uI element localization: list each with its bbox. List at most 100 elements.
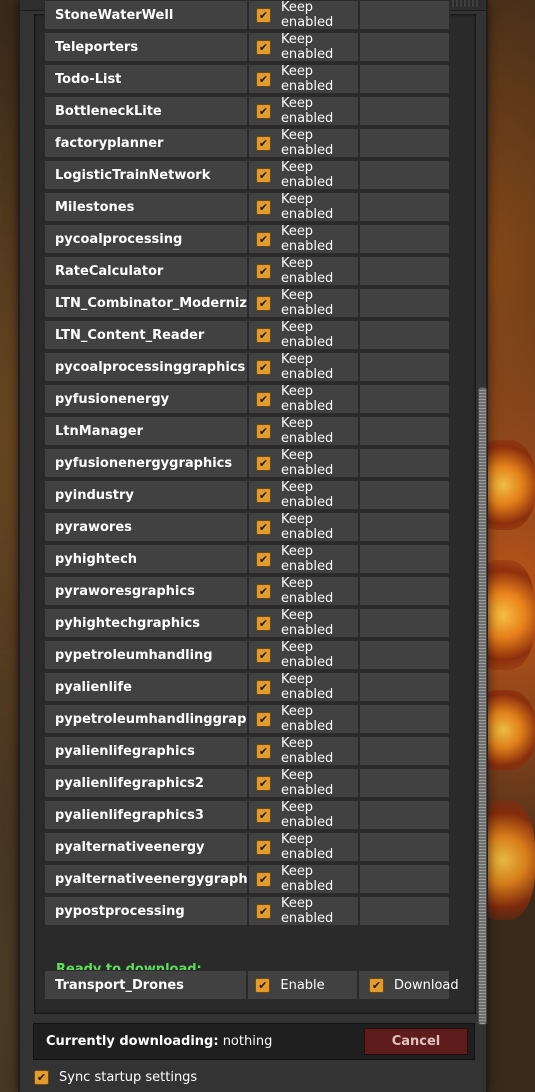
- checkbox-checked-icon[interactable]: ✔: [255, 615, 271, 631]
- checkbox-checked-icon[interactable]: ✔: [255, 7, 271, 23]
- checkbox-checked-icon[interactable]: ✔: [255, 487, 271, 503]
- download-status-bar: Currently downloading: nothing Cancel: [33, 1023, 475, 1060]
- cancel-button[interactable]: Cancel: [364, 1028, 468, 1055]
- empty-cell: [358, 96, 450, 126]
- keep-enabled-toggle[interactable]: ✔ Keep enabled: [247, 576, 359, 606]
- keep-enabled-toggle[interactable]: ✔ Keep enabled: [247, 544, 359, 574]
- enable-toggle[interactable]: ✔ Enable: [247, 970, 358, 1000]
- checkbox-checked-icon[interactable]: ✔: [255, 263, 271, 279]
- keep-enabled-toggle[interactable]: ✔ Keep enabled: [247, 192, 359, 222]
- checkbox-checked-icon[interactable]: ✔: [255, 519, 271, 535]
- keep-enabled-toggle[interactable]: ✔ Keep enabled: [247, 64, 359, 94]
- empty-cell: [358, 544, 450, 574]
- enable-label: Enable: [280, 977, 325, 993]
- keep-enabled-toggle[interactable]: ✔ Keep enabled: [247, 384, 359, 414]
- keep-enabled-label: Keep enabled: [280, 352, 334, 382]
- mod-row: pycoalprocessing ✔ Keep enabled: [44, 224, 450, 254]
- checkbox-checked-icon[interactable]: ✔: [255, 39, 271, 55]
- keep-enabled-toggle[interactable]: ✔ Keep enabled: [247, 800, 359, 830]
- mod-row: RateCalculator ✔ Keep enabled: [44, 256, 450, 286]
- keep-enabled-toggle[interactable]: ✔ Keep enabled: [247, 416, 359, 446]
- keep-enabled-toggle[interactable]: ✔ Keep enabled: [247, 832, 359, 862]
- keep-enabled-toggle[interactable]: ✔ Keep enabled: [247, 128, 359, 158]
- checkbox-checked-icon[interactable]: ✔: [255, 455, 271, 471]
- checkbox-checked-icon[interactable]: ✔: [255, 167, 271, 183]
- checkbox-checked-icon[interactable]: ✔: [255, 807, 271, 823]
- mod-name: pyalienlife: [44, 672, 248, 702]
- checkbox-checked-icon[interactable]: ✔: [255, 423, 271, 439]
- checkbox-checked-icon[interactable]: ✔: [255, 839, 271, 855]
- mod-name: Todo-List: [44, 64, 248, 94]
- keep-enabled-label: Keep enabled: [280, 512, 334, 542]
- keep-enabled-toggle[interactable]: ✔ Keep enabled: [247, 352, 359, 382]
- keep-enabled-label: Keep enabled: [280, 320, 334, 350]
- keep-enabled-label: Keep enabled: [280, 224, 334, 254]
- keep-enabled-label: Keep enabled: [280, 416, 334, 446]
- checkbox-checked-icon[interactable]: ✔: [255, 583, 271, 599]
- mod-name: pyhightechgraphics: [44, 608, 248, 638]
- checkbox-checked-icon[interactable]: ✔: [255, 295, 271, 311]
- empty-cell: [358, 256, 450, 286]
- checkbox-checked-icon[interactable]: ✔: [255, 551, 271, 567]
- keep-enabled-toggle[interactable]: ✔ Keep enabled: [247, 288, 359, 318]
- mod-name: BottleneckLite: [44, 96, 248, 126]
- empty-cell: [358, 320, 450, 350]
- keep-enabled-toggle[interactable]: ✔ Keep enabled: [247, 896, 359, 926]
- keep-enabled-toggle[interactable]: ✔ Keep enabled: [247, 256, 359, 286]
- download-mod-row: Transport_Drones ✔ Enable ✔ Download: [44, 970, 459, 1000]
- keep-enabled-label: Keep enabled: [280, 96, 334, 126]
- keep-enabled-toggle[interactable]: ✔ Keep enabled: [247, 0, 359, 30]
- keep-enabled-toggle[interactable]: ✔ Keep enabled: [247, 224, 359, 254]
- checkbox-checked-icon[interactable]: ✔: [34, 1070, 49, 1085]
- checkbox-checked-icon[interactable]: ✔: [255, 743, 271, 759]
- mod-row: pypetroleumhandlinggraphics ✔ Keep enabled: [44, 704, 450, 734]
- keep-enabled-label: Keep enabled: [280, 384, 334, 414]
- keep-enabled-toggle[interactable]: ✔ Keep enabled: [247, 448, 359, 478]
- checkbox-checked-icon[interactable]: ✔: [255, 231, 271, 247]
- checkbox-checked-icon[interactable]: ✔: [255, 903, 271, 919]
- checkbox-checked-icon[interactable]: ✔: [255, 359, 271, 375]
- sync-startup-settings[interactable]: ✔ Sync startup settings: [34, 1070, 197, 1085]
- mod-name: pyalienlifegraphics: [44, 736, 248, 766]
- keep-enabled-toggle[interactable]: ✔ Keep enabled: [247, 768, 359, 798]
- mod-name: Teleporters: [44, 32, 248, 62]
- keep-enabled-toggle[interactable]: ✔ Keep enabled: [247, 640, 359, 670]
- checkbox-checked-icon[interactable]: ✔: [255, 679, 271, 695]
- keep-enabled-toggle[interactable]: ✔ Keep enabled: [247, 32, 359, 62]
- empty-cell: [358, 864, 450, 894]
- download-toggle[interactable]: ✔ Download: [358, 970, 459, 1000]
- checkbox-checked-icon[interactable]: ✔: [255, 391, 271, 407]
- keep-enabled-toggle[interactable]: ✔ Keep enabled: [247, 480, 359, 510]
- keep-enabled-label: Keep enabled: [280, 480, 334, 510]
- checkbox-checked-icon[interactable]: ✔: [369, 977, 384, 993]
- empty-cell: [358, 0, 450, 30]
- checkbox-checked-icon[interactable]: ✔: [255, 647, 271, 663]
- checkbox-checked-icon[interactable]: ✔: [255, 775, 271, 791]
- checkbox-checked-icon[interactable]: ✔: [255, 977, 271, 993]
- mod-name: pypostprocessing: [44, 896, 248, 926]
- checkbox-checked-icon[interactable]: ✔: [255, 711, 271, 727]
- mod-name: pypetroleumhandlinggraphics: [44, 704, 248, 734]
- checkbox-checked-icon[interactable]: ✔: [255, 135, 271, 151]
- keep-enabled-toggle[interactable]: ✔ Keep enabled: [247, 704, 359, 734]
- scrollbar[interactable]: [478, 387, 487, 1025]
- checkbox-checked-icon[interactable]: ✔: [255, 871, 271, 887]
- keep-enabled-label: Keep enabled: [280, 608, 334, 638]
- keep-enabled-toggle[interactable]: ✔ Keep enabled: [247, 672, 359, 702]
- keep-enabled-toggle[interactable]: ✔ Keep enabled: [247, 512, 359, 542]
- keep-enabled-toggle[interactable]: ✔ Keep enabled: [247, 160, 359, 190]
- empty-cell: [358, 608, 450, 638]
- keep-enabled-toggle[interactable]: ✔ Keep enabled: [247, 864, 359, 894]
- checkbox-checked-icon[interactable]: ✔: [255, 103, 271, 119]
- mod-name: pycoalprocessing: [44, 224, 248, 254]
- mod-row: pyalternativeenergygraphics ✔ Keep enabled: [44, 864, 450, 894]
- checkbox-checked-icon[interactable]: ✔: [255, 71, 271, 87]
- keep-enabled-label: Keep enabled: [280, 576, 334, 606]
- keep-enabled-toggle[interactable]: ✔ Keep enabled: [247, 96, 359, 126]
- keep-enabled-toggle[interactable]: ✔ Keep enabled: [247, 736, 359, 766]
- mod-row: pypetroleumhandling ✔ Keep enabled: [44, 640, 450, 670]
- checkbox-checked-icon[interactable]: ✔: [255, 327, 271, 343]
- checkbox-checked-icon[interactable]: ✔: [255, 199, 271, 215]
- keep-enabled-toggle[interactable]: ✔ Keep enabled: [247, 608, 359, 638]
- keep-enabled-toggle[interactable]: ✔ Keep enabled: [247, 320, 359, 350]
